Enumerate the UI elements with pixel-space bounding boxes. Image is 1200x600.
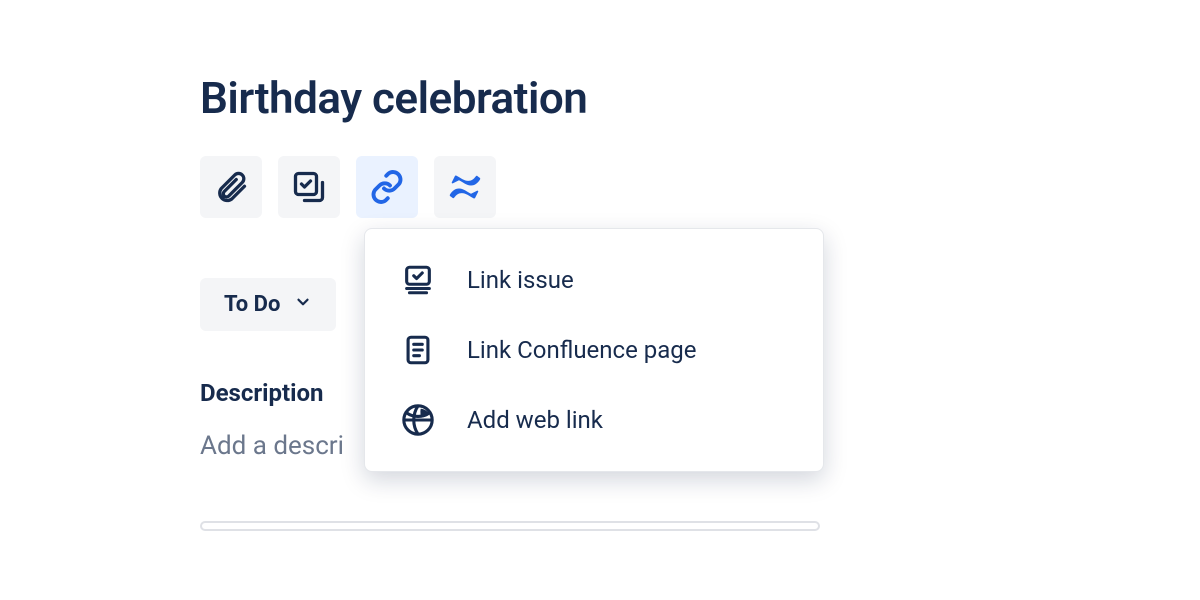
add-checklist-button[interactable] [278,156,340,218]
page-icon [401,333,435,367]
confluence-icon [447,169,483,205]
globe-icon [401,403,435,437]
paperclip-icon [213,169,249,205]
issue-panel: Birthday celebration [0,0,1200,531]
link-button[interactable] [356,156,418,218]
issue-toolbar: Link issue Link Confluence page [200,156,1200,218]
content-section-box[interactable] [200,521,820,531]
menu-item-label: Link issue [467,266,574,294]
attach-button[interactable] [200,156,262,218]
status-label: To Do [224,292,280,317]
menu-item-label: Link Confluence page [467,336,697,364]
link-issue-icon [401,263,435,297]
issue-title: Birthday celebration [200,72,1200,124]
link-confluence-item[interactable]: Link Confluence page [365,315,823,385]
link-dropdown: Link issue Link Confluence page [364,228,824,472]
confluence-button[interactable] [434,156,496,218]
status-dropdown[interactable]: To Do [200,278,336,331]
checklist-icon [291,169,327,205]
chevron-down-icon [294,292,312,317]
menu-item-label: Add web link [467,406,603,434]
link-issue-item[interactable]: Link issue [365,245,823,315]
add-web-link-item[interactable]: Add web link [365,385,823,455]
link-icon [369,169,405,205]
